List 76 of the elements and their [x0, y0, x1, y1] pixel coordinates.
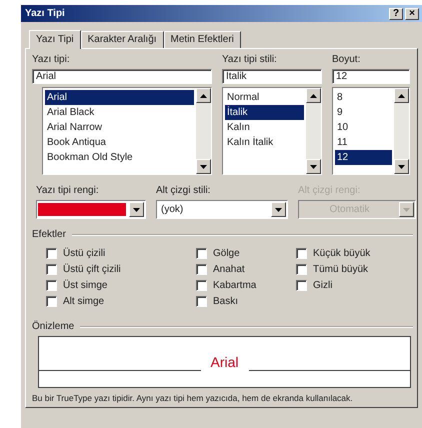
- scroll-up-button[interactable]: [306, 88, 321, 103]
- list-item[interactable]: 10: [335, 120, 392, 135]
- checkbox[interactable]: [296, 264, 307, 275]
- checkbox[interactable]: [196, 248, 207, 259]
- up-arrow-icon: [310, 94, 317, 98]
- scrollbar[interactable]: [394, 88, 409, 174]
- field-label: Yazı tipi:: [32, 54, 71, 66]
- scroll-up-button[interactable]: [196, 88, 211, 103]
- down-arrow-icon: [403, 208, 410, 212]
- group-title: Efektler: [32, 229, 66, 240]
- checkbox-label: Gizli: [313, 280, 332, 291]
- field-label: Yazı tipi rengi:: [36, 185, 100, 197]
- checkbox-label: Tümü büyük: [313, 264, 368, 275]
- window-title: Yazı Tipi: [25, 8, 65, 19]
- checkbox-label: Anahat: [213, 264, 245, 275]
- down-arrow-icon: [398, 164, 405, 168]
- preview-sample: Arial: [210, 354, 239, 370]
- down-arrow-icon: [200, 164, 207, 168]
- down-arrow-icon: [310, 164, 317, 168]
- checkbox[interactable]: [296, 280, 307, 291]
- list-item[interactable]: 8: [335, 90, 392, 105]
- list-item[interactable]: Kalın: [225, 120, 304, 135]
- field-label: Yazı tipi stili:: [222, 54, 278, 66]
- list-item[interactable]: Normal: [225, 90, 304, 105]
- list-item[interactable]: Arial Narrow: [45, 120, 194, 135]
- checkbox-label: Üstü çizili: [63, 248, 106, 259]
- list-item[interactable]: Bookman Old Style: [45, 150, 194, 165]
- checkbox-label: Küçük büyük: [313, 248, 370, 259]
- checkbox[interactable]: [46, 280, 57, 291]
- checkbox[interactable]: [46, 248, 57, 259]
- checkbox-label: Üstü çift çizili: [63, 264, 121, 275]
- scroll-down-button[interactable]: [196, 159, 211, 174]
- dropdown[interactable]: [36, 200, 146, 219]
- tab[interactable]: Karakter Aralığı: [80, 31, 164, 48]
- scroll-down-button[interactable]: [306, 159, 321, 174]
- list-item[interactable]: 9: [335, 105, 392, 120]
- list-item[interactable]: 12: [335, 150, 392, 165]
- list-item[interactable]: 11: [335, 135, 392, 150]
- scrollbar[interactable]: [306, 88, 321, 174]
- checkbox-label: Üst simge: [63, 280, 108, 291]
- up-arrow-icon: [200, 94, 207, 98]
- dropdown-button[interactable]: [271, 202, 286, 217]
- list-item[interactable]: İtalik: [225, 105, 304, 120]
- scroll-down-button[interactable]: [394, 159, 409, 174]
- checkbox-label: Gölge: [213, 248, 240, 259]
- input-field[interactable]: 12: [332, 69, 410, 84]
- checkbox[interactable]: [196, 264, 207, 275]
- checkbox[interactable]: [196, 296, 207, 307]
- group-title: Önizleme: [32, 321, 74, 332]
- dropdown-button[interactable]: [129, 202, 144, 217]
- field-label: Alt çizgi stili:: [156, 185, 212, 197]
- input-field[interactable]: İtalik: [222, 69, 322, 84]
- list-item[interactable]: Arial: [45, 90, 194, 105]
- checkbox-label: Baskı: [213, 296, 238, 307]
- tab[interactable]: Metin Efektleri: [164, 31, 241, 48]
- scroll-up-button[interactable]: [394, 88, 409, 103]
- close-button[interactable]: ×: [405, 8, 419, 20]
- checkbox[interactable]: [196, 280, 207, 291]
- field-label: Boyut:: [332, 54, 362, 66]
- help-button[interactable]: ?: [389, 8, 403, 20]
- list-item[interactable]: Book Antiqua: [45, 135, 194, 150]
- dropdown[interactable]: (yok): [156, 200, 288, 219]
- scrollbar[interactable]: [196, 88, 211, 174]
- checkbox-label: Alt simge: [63, 296, 104, 307]
- checkbox[interactable]: [46, 296, 57, 307]
- checkbox[interactable]: [296, 248, 307, 259]
- up-arrow-icon: [398, 94, 405, 98]
- checkbox[interactable]: [46, 264, 57, 275]
- font-info-text: Bu bir TrueType yazı tipidir. Aynı yazı tipi hem yazıcıda, hem de ekranda kullanılacak.: [32, 393, 354, 403]
- down-arrow-icon: [133, 208, 140, 212]
- tab[interactable]: Yazı Tipi: [29, 30, 81, 49]
- list-item[interactable]: Kalın İtalik: [225, 135, 304, 150]
- down-arrow-icon: [275, 208, 282, 212]
- input-field[interactable]: Arial: [32, 69, 212, 84]
- list-item[interactable]: Arial Black: [45, 105, 194, 120]
- checkbox-label: Kabartma: [213, 280, 256, 291]
